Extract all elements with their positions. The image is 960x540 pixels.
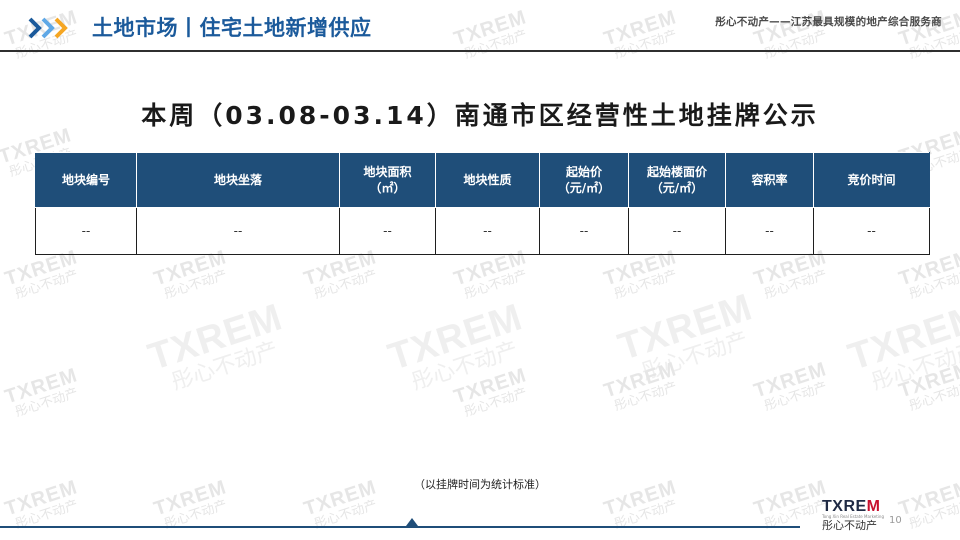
watermark: TXREM彤心不动产 (751, 246, 830, 303)
section-title: 土地市场丨住宅土地新增供应 (92, 16, 372, 40)
slide-header: 土地市场丨住宅土地新增供应 彤心不动产——江苏最具规模的地产综合服务商 (0, 0, 960, 56)
watermark: TXREM彤心不动产 (383, 296, 528, 396)
watermark: TXREM彤心不动产 (601, 358, 680, 415)
page-number: 10 (889, 515, 902, 526)
watermark: TXREM彤心不动产 (751, 358, 830, 415)
column-header-plot-id: 地块编号 (35, 152, 137, 208)
watermark: TXREM彤心不动产 (601, 246, 680, 303)
watermark: TXREM彤心不动产 (896, 358, 960, 415)
watermark: TXREM彤心不动产 (843, 296, 960, 396)
column-header-auction-time: 竞价时间 (813, 152, 930, 208)
watermark: TXREM彤心不动产 (2, 364, 81, 421)
column-header-starting-price: 起始价 （元/㎡） (539, 152, 629, 208)
table-cell: -- (813, 207, 930, 255)
column-header-floor-price: 起始楼面价 （元/㎡） (628, 152, 726, 208)
column-header-area: 地块面积 （㎡） (339, 152, 436, 208)
watermark: TXREM彤心不动产 (451, 246, 530, 303)
table-cell: -- (136, 207, 340, 255)
column-header-land-use: 地块性质 (435, 152, 540, 208)
statistics-footnote: （以挂牌时间为统计标准） (414, 478, 546, 491)
column-header-location: 地块坐落 (136, 152, 340, 208)
land-listing-table: 地块编号 地块坐落 地块面积 （㎡） 地块性质 起始价 （元/㎡） 起始楼面价 （元/… (35, 152, 930, 255)
main-title: 本周（03.08-03.14）南通市区经营性土地挂牌公示 (141, 101, 819, 130)
logo-wordmark: TXREM (822, 498, 881, 515)
table-header-row: 地块编号 地块坐落 地块面积 （㎡） 地块性质 起始价 （元/㎡） 起始楼面价 （元/… (35, 152, 930, 208)
table-cell: -- (339, 207, 436, 255)
watermark: TXREM彤心不动产 (451, 364, 530, 421)
watermark: TXREM彤心不动产 (613, 286, 758, 386)
logo-chinese-name: 彤心不动产 (822, 518, 877, 532)
watermark: TXREM彤心不动产 (143, 296, 288, 396)
table-cell: -- (35, 207, 137, 255)
watermark: TXREM彤心不动产 (2, 246, 81, 303)
column-header-plot-ratio: 容积率 (725, 152, 814, 208)
table-cell: -- (628, 207, 726, 255)
footer-divider (0, 526, 800, 528)
table-cell: -- (725, 207, 814, 255)
table-cell: -- (435, 207, 540, 255)
table-cell: -- (539, 207, 629, 255)
watermark: TXREM彤心不动产 (301, 246, 380, 303)
company-logo: TXREM Tong Xin Real Estate Marketing 彤心不… (822, 499, 888, 537)
company-slogan: 彤心不动产——江苏最具规模的地产综合服务商 (715, 16, 942, 28)
header-divider (0, 50, 960, 52)
chevron-arrows-icon-svg (28, 17, 68, 39)
footer-triangle-marker (406, 518, 418, 526)
table-row: -- -- -- -- -- -- -- -- (35, 207, 930, 255)
watermark: TXREM彤心不动产 (151, 246, 230, 303)
watermark-layer: TXREM 彤心不动产 TXREM 彤心不动产 TXREM 彤心不动产 TXREM 彤心… (0, 0, 960, 540)
chevron-arrows-icon (28, 16, 72, 40)
watermark: TXREM彤心不动产 (896, 246, 960, 303)
